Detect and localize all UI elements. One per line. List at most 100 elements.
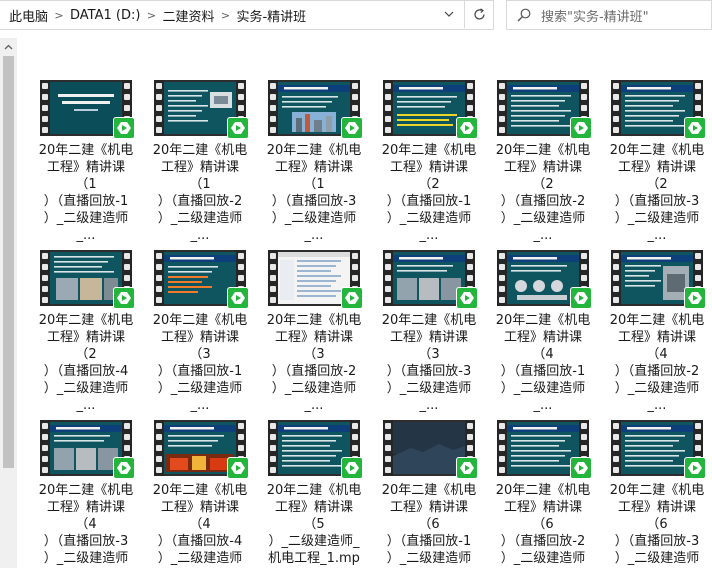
breadcrumb-current-folder[interactable]: 实务-精讲班 — [236, 6, 306, 25]
file-name-line: ）（直播回放-1 — [500, 364, 586, 379]
film-hole — [385, 286, 391, 292]
film-hole — [695, 264, 701, 270]
video-thumbnail[interactable] — [154, 420, 249, 479]
file-item[interactable]: 20年二建《机电 工程》精讲课（1 ）（直播回放-2 ）_二级建造师_... — [152, 80, 249, 244]
file-item[interactable]: 20年二建《机电工程》精讲课（6 ）（直播回放-3 ）_二级建造师_... — [609, 420, 706, 568]
file-item[interactable]: 20年二建《机电工程》精讲课（4 ）（直播回放-3 ）_二级建造师_... — [38, 420, 135, 568]
file-item[interactable]: 20年二建《机电 工程》精讲课（1 ）（直播回放-3 ）_二级建造师_... — [266, 80, 363, 244]
video-thumbnail[interactable] — [383, 420, 478, 479]
thumbnail-frame — [621, 82, 693, 134]
file-name[interactable]: 20年二建《机电 工程》精讲课（4 ）（直播回放-2 ）_二级建造师_... — [609, 312, 705, 414]
video-thumbnail[interactable] — [611, 80, 706, 139]
scrollbar-thumb[interactable] — [3, 56, 14, 468]
file-name[interactable]: 20年二建《机电 工程》精讲课（2 ）（直播回放-1 ）_二级建造师_... — [381, 142, 477, 244]
chevron-right-icon[interactable]: > — [48, 9, 70, 22]
file-item[interactable]: 20年二建《机电 工程》精讲课（2 ）（直播回放-2 ）_二级建造师_... — [495, 80, 592, 244]
address-dropdown-button[interactable] — [436, 0, 462, 28]
chevron-right-icon[interactable]: > — [214, 9, 236, 22]
breadcrumb-folder[interactable]: 二建资料 — [162, 6, 214, 25]
file-name[interactable]: 20年二建《机电 工程》精讲课（4 ）（直播回放-1 ）_二级建造师_... — [495, 312, 591, 414]
file-item[interactable]: 20年二建《机电工程》精讲课（6 ）（直播回放-1 ）_二级建造师_... — [381, 420, 478, 568]
file-item[interactable]: 20年二建《机电 工程》精讲课（3 ）（直播回放-1 ）_二级建造师_... — [152, 250, 249, 414]
thumbnail-frame — [393, 82, 465, 134]
video-thumbnail[interactable] — [268, 420, 363, 479]
file-name[interactable]: 20年二建《机电工程》精讲课（5 ）_二级建造师_ 机电工程_1.mp4 — [266, 482, 362, 568]
vertical-scrollbar[interactable] — [0, 38, 17, 568]
film-hole — [385, 116, 391, 122]
file-name[interactable]: 20年二建《机电 工程》精讲课（1 ）（直播回放-1 ）_二级建造师_... — [38, 142, 134, 244]
video-thumbnail[interactable] — [154, 80, 249, 139]
file-name[interactable]: 20年二建《机电 工程》精讲课（2 ）（直播回放-3 ）_二级建造师_... — [609, 142, 705, 244]
file-item[interactable]: 20年二建《机电 工程》精讲课（2 ）（直播回放-1 ）_二级建造师_... — [381, 80, 478, 244]
film-hole — [499, 275, 505, 281]
file-name[interactable]: 20年二建《机电工程》精讲课（6 ）（直播回放-2 ）_二级建造师_... — [495, 482, 591, 568]
file-item[interactable]: 20年二建《机电 工程》精讲课（3 ）（直播回放-3 ）_二级建造师_... — [381, 250, 478, 414]
search-box[interactable]: 搜索"实务-精讲班" — [506, 0, 712, 30]
file-name-line: ）_二级建造师_... — [157, 381, 243, 413]
film-strip — [611, 80, 621, 136]
address-bar[interactable]: 此电脑 > DATA1 (D:) > 二建资料 > 实务-精讲班 — [0, 0, 494, 30]
film-hole — [270, 434, 276, 440]
refresh-button[interactable] — [464, 0, 494, 28]
film-hole — [499, 423, 505, 429]
file-name-line: 20年二建《机电 — [609, 143, 705, 158]
file-name[interactable]: 20年二建《机电 工程》精讲课（3 ）（直播回放-2 ）_二级建造师_... — [266, 312, 362, 414]
file-item[interactable]: 20年二建《机电 工程》精讲课（4 ）（直播回放-1 ）_二级建造师_... — [495, 250, 592, 414]
search-input[interactable]: 搜索"实务-精讲班" — [541, 6, 649, 25]
film-hole — [695, 253, 701, 259]
breadcrumb-this-pc[interactable]: 此电脑 — [0, 6, 48, 25]
file-name[interactable]: 20年二建《机电工程》精讲课（6 ）（直播回放-1 ）_二级建造师_... — [381, 482, 477, 568]
file-name[interactable]: 20年二建《机电 工程》精讲课（3 ）（直播回放-3 ）_二级建造师_... — [381, 312, 477, 414]
film-hole — [238, 264, 244, 270]
file-item[interactable]: 20年二建《机电 工程》精讲课（2 ）（直播回放-3 ）_二级建造师_... — [609, 80, 706, 244]
video-thumbnail[interactable] — [40, 250, 135, 309]
film-hole — [499, 105, 505, 111]
video-thumbnail[interactable] — [611, 250, 706, 309]
film-hole — [270, 127, 276, 133]
file-name[interactable]: 20年二建《机电 工程》精讲课（2 ）（直播回放-4 ）_二级建造师_... — [38, 312, 134, 414]
file-name[interactable]: 20年二建《机电工程》精讲课（4 ）（直播回放-3 ）_二级建造师_... — [38, 482, 134, 568]
video-thumbnail[interactable] — [268, 250, 363, 309]
file-item[interactable]: 20年二建《机电 工程》精讲课（1 ）（直播回放-1 ）_二级建造师_... — [38, 80, 135, 244]
file-name-line: 工程》精讲课（3 — [389, 330, 468, 362]
video-thumbnail[interactable] — [40, 80, 135, 139]
video-thumbnail[interactable] — [154, 250, 249, 309]
video-thumbnail[interactable] — [497, 250, 592, 309]
file-item[interactable]: 20年二建《机电工程》精讲课（6 ）（直播回放-2 ）_二级建造师_... — [495, 420, 592, 568]
film-hole — [385, 94, 391, 100]
film-hole — [499, 127, 505, 133]
file-name-line: ）_二级建造师_... — [271, 381, 357, 413]
file-item[interactable]: 20年二建《机电 工程》精讲课（3 ）（直播回放-2 ）_二级建造师_... — [266, 250, 363, 414]
video-thumbnail[interactable] — [611, 420, 706, 479]
thumbnail-frame — [621, 252, 693, 304]
file-item[interactable]: 20年二建《机电 工程》精讲课（4 ）（直播回放-2 ）_二级建造师_... — [609, 250, 706, 414]
file-name[interactable]: 20年二建《机电 工程》精讲课（1 ）（直播回放-2 ）_二级建造师_... — [152, 142, 248, 244]
film-hole — [42, 264, 48, 270]
file-name[interactable]: 20年二建《机电工程》精讲课（6 ）（直播回放-3 ）_二级建造师_... — [609, 482, 705, 568]
video-thumbnail[interactable] — [497, 420, 592, 479]
video-thumbnail[interactable] — [383, 80, 478, 139]
film-hole — [238, 83, 244, 89]
video-thumbnail[interactable] — [40, 420, 135, 479]
file-item[interactable]: 20年二建《机电工程》精讲课（5 ）_二级建造师_ 机电工程_1.mp4 — [266, 420, 363, 568]
film-hole — [613, 445, 619, 451]
file-name-line: 工程》精讲课（2 — [503, 160, 582, 192]
file-name[interactable]: 20年二建《机电 工程》精讲课（2 ）（直播回放-2 ）_二级建造师_... — [495, 142, 591, 244]
video-thumbnail[interactable] — [383, 250, 478, 309]
file-name[interactable]: 20年二建《机电工程》精讲课（4 ）（直播回放-4 ）_二级建造师_... — [152, 482, 248, 568]
file-name[interactable]: 20年二建《机电 工程》精讲课（1 ）（直播回放-3 ）_二级建造师_... — [266, 142, 362, 244]
film-hole — [467, 434, 473, 440]
chevron-right-icon[interactable]: > — [140, 9, 162, 22]
file-name-line: ）_二级建造师_... — [271, 211, 357, 243]
file-name-line: 工程》精讲课（6 — [389, 500, 468, 532]
file-item[interactable]: 20年二建《机电 工程》精讲课（2 ）（直播回放-4 ）_二级建造师_... — [38, 250, 135, 414]
thumbnail-frame — [507, 252, 579, 304]
video-thumbnail[interactable] — [497, 80, 592, 139]
film-hole — [352, 423, 358, 429]
breadcrumb-drive[interactable]: DATA1 (D:) — [70, 8, 140, 23]
scroll-up-button[interactable] — [0, 38, 17, 55]
film-hole — [156, 456, 162, 462]
file-name[interactable]: 20年二建《机电 工程》精讲课（3 ）（直播回放-1 ）_二级建造师_... — [152, 312, 248, 414]
video-thumbnail[interactable] — [268, 80, 363, 139]
file-item[interactable]: 20年二建《机电工程》精讲课（4 ）（直播回放-4 ）_二级建造师_... — [152, 420, 249, 568]
